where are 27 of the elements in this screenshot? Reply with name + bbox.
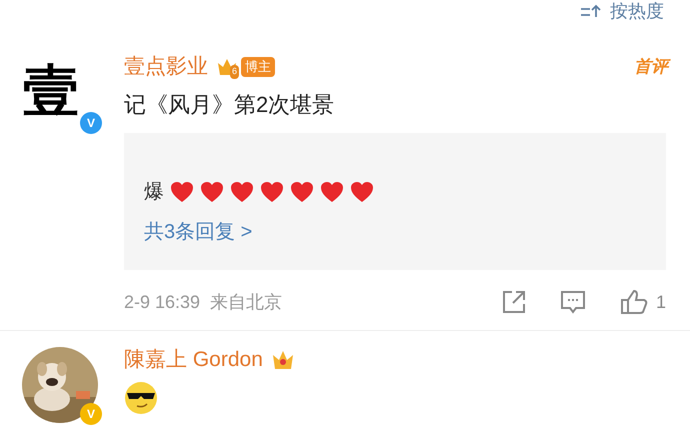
comment-text: 记《风月》第2次堪景 [124, 91, 336, 119]
share-icon[interactable] [502, 290, 526, 314]
like-count: 1 [656, 290, 666, 314]
crown-icon [270, 349, 295, 371]
user-name[interactable]: 陳嘉上 Gordon [124, 344, 263, 376]
heart-icon [290, 181, 314, 203]
heart-icon [170, 181, 194, 203]
comment-icon[interactable] [560, 290, 586, 314]
verified-badge: V [80, 403, 102, 425]
user-name[interactable]: 壹点影业 [124, 51, 208, 83]
sunglasses-emoji-icon [124, 381, 158, 415]
heart-icon [350, 181, 374, 203]
heart-icon [200, 181, 224, 203]
sort-icon[interactable] [580, 4, 602, 18]
reply-text: 爆 [144, 180, 164, 205]
comment-time: 2-9 16:39 [124, 290, 200, 314]
level-mark: 6 [230, 65, 240, 79]
sort-button[interactable]: 按热度 [610, 0, 664, 24]
heart-icon [260, 181, 284, 203]
heart-icon [320, 181, 344, 203]
avatar-logo: 壹 [22, 57, 80, 126]
like-icon[interactable] [620, 289, 648, 315]
comment-source: 来自北京 [210, 290, 282, 314]
verified-badge: V [80, 112, 102, 134]
heart-icon [230, 181, 254, 203]
blogger-badge: 博主 [241, 57, 276, 77]
more-replies-link[interactable]: 共3条回复 > [144, 217, 646, 247]
